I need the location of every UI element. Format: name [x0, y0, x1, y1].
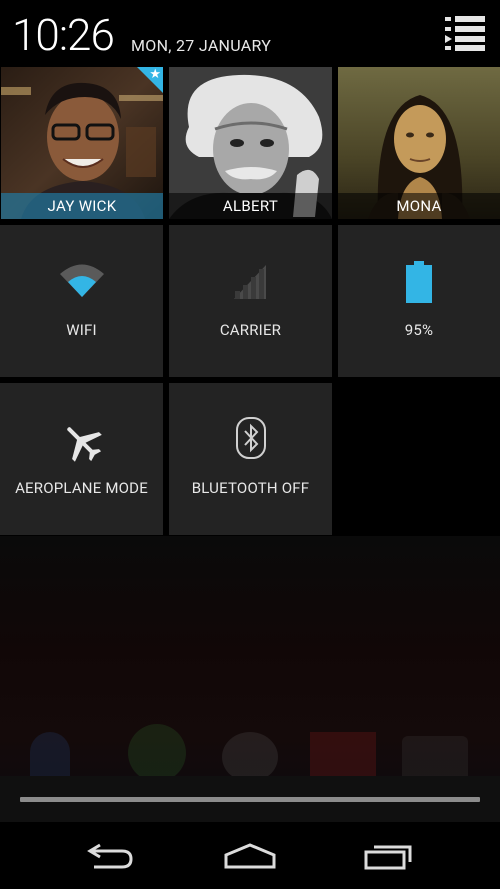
recent-apps-button[interactable]	[360, 834, 420, 878]
settings-list-icon	[445, 16, 485, 51]
settings-button[interactable]	[443, 14, 487, 52]
bluetooth-label: BLUETOOTH OFF	[191, 479, 310, 497]
app-icon-ghost	[128, 724, 186, 782]
contact-tile-mona[interactable]: MONA	[338, 67, 500, 219]
status-header: 10:26 MON, 27 JANUARY	[0, 0, 500, 66]
bluetooth-tile[interactable]: BLUETOOTH OFF	[169, 383, 332, 535]
wifi-tile[interactable]: WIFI	[0, 225, 163, 377]
panel-drag-handle[interactable]	[20, 797, 480, 802]
battery-label: 95%	[404, 321, 434, 339]
wifi-icon	[59, 264, 104, 297]
app-icon-ghost	[30, 732, 70, 782]
battery-tile[interactable]: 95%	[338, 225, 500, 377]
contact-name: JAY WICK	[1, 193, 163, 219]
navigation-bar	[0, 822, 500, 889]
carrier-tile[interactable]: CARRIER	[169, 225, 332, 377]
contact-tile-jay-wick[interactable]: ★ JAY WICK	[1, 67, 163, 219]
star-icon: ★	[149, 67, 161, 82]
wifi-label: WIFI	[66, 321, 97, 339]
airplane-icon	[66, 427, 102, 462]
contact-name: ALBERT	[169, 193, 332, 219]
recent-apps-icon	[364, 845, 412, 870]
signal-icon	[233, 265, 266, 299]
airplane-mode-label: AEROPLANE MODE	[15, 479, 148, 497]
back-button[interactable]	[80, 834, 140, 878]
bluetooth-icon	[235, 417, 266, 459]
airplane-mode-tile[interactable]: AEROPLANE MODE	[0, 383, 163, 535]
carrier-label: CARRIER	[219, 321, 282, 339]
quick-settings-panel: ★ JAY WICK ALBERT MONA WIFI CARRIER 95% …	[0, 66, 500, 536]
contact-tile-albert[interactable]: ALBERT	[169, 67, 332, 219]
date[interactable]: MON, 27 JANUARY	[131, 36, 271, 55]
home-icon	[224, 843, 276, 869]
back-icon	[87, 843, 133, 869]
contact-name: MONA	[338, 193, 500, 219]
clock[interactable]: 10:26	[12, 8, 115, 62]
app-icon-ghost	[310, 732, 376, 782]
home-button[interactable]	[220, 834, 280, 878]
battery-icon	[406, 261, 432, 303]
app-icon-ghost	[222, 732, 278, 782]
